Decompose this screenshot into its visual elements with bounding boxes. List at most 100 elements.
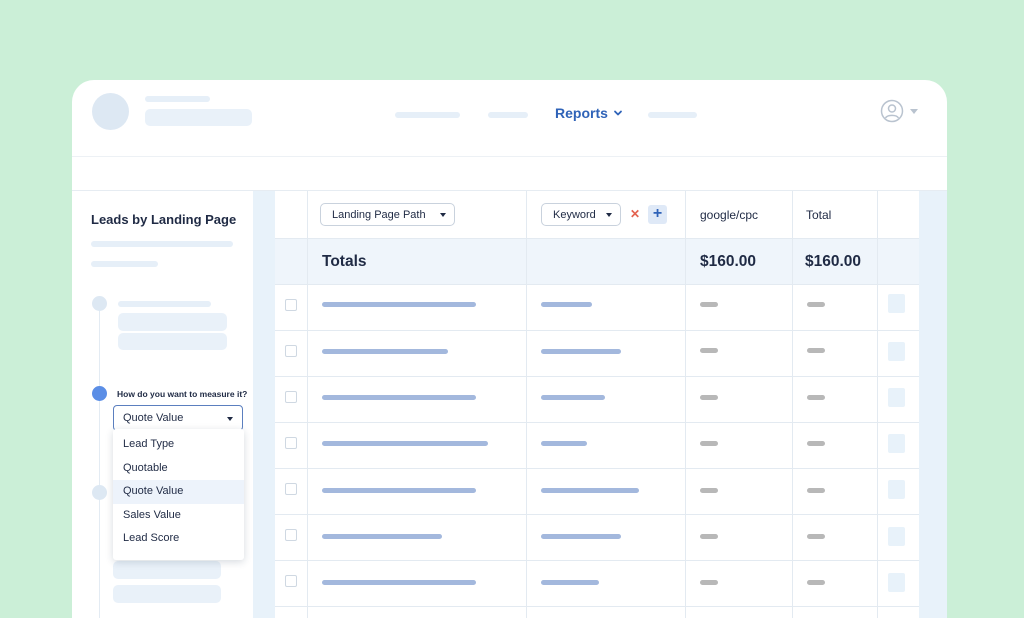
keyword-placeholder-bar: [541, 488, 639, 493]
path-placeholder-bar: [322, 349, 448, 354]
keyword-placeholder-bar: [541, 302, 592, 307]
caret-down-icon: [606, 213, 612, 217]
nav-reports-label: Reports: [555, 105, 608, 121]
value-placeholder-bar: [700, 395, 718, 400]
cell-placeholder: [888, 527, 905, 546]
step-timeline: [99, 309, 100, 618]
row-divider: [275, 606, 919, 607]
row-checkbox[interactable]: [285, 483, 297, 495]
measure-select-value: Quote Value: [123, 412, 184, 424]
dropdown-option-selected[interactable]: Quote Value: [113, 480, 244, 504]
path-placeholder-bar: [322, 488, 476, 493]
row-checkbox[interactable]: [285, 345, 297, 357]
keyword-label: Keyword: [553, 208, 596, 221]
caret-down-icon: [440, 213, 446, 217]
keyword-placeholder-bar: [541, 441, 587, 446]
value-placeholder-bar: [700, 488, 718, 493]
row-divider: [275, 330, 919, 331]
column-divider: [685, 191, 686, 618]
column-header-total[interactable]: Total: [806, 208, 831, 222]
dropdown-option[interactable]: Lead Score: [113, 527, 244, 551]
value-placeholder-bar: [807, 302, 825, 307]
chevron-down-icon: [614, 110, 622, 116]
row-divider: [275, 560, 919, 561]
row-checkbox[interactable]: [285, 391, 297, 403]
measure-dropdown: Lead Type Quotable Quote Value Sales Val…: [113, 429, 244, 560]
title-placeholder: [145, 96, 210, 102]
report-card: Reports Leads by Landing Page How do you…: [72, 80, 947, 618]
path-placeholder-bar: [322, 302, 476, 307]
report-table: Landing Page Path Keyword ✕ + google/cpc…: [275, 191, 919, 618]
nav-item-placeholder[interactable]: [488, 112, 528, 118]
value-placeholder-bar: [807, 580, 825, 585]
value-placeholder-bar: [700, 580, 718, 585]
description-placeholder: [91, 241, 233, 247]
row-divider: [275, 422, 919, 423]
column-header-google-cpc[interactable]: google/cpc: [700, 208, 758, 222]
column-divider: [792, 191, 793, 618]
dropdown-option[interactable]: Sales Value: [113, 504, 244, 528]
keyword-placeholder-bar: [541, 580, 599, 585]
caret-down-icon: [227, 417, 233, 421]
description-placeholder: [91, 261, 158, 267]
cell-placeholder: [888, 573, 905, 592]
panel-title: Leads by Landing Page: [91, 212, 237, 227]
keyword-placeholder-bar: [541, 395, 605, 400]
report-builder-panel: Leads by Landing Page How do you want to…: [72, 191, 253, 618]
step-dot-active: [92, 386, 107, 401]
row-checkbox[interactable]: [285, 575, 297, 587]
report-table-area: Landing Page Path Keyword ✕ + google/cpc…: [253, 191, 947, 618]
landing-page-path-label: Landing Page Path: [332, 208, 426, 221]
value-placeholder-bar: [807, 488, 825, 493]
value-placeholder-bar: [807, 395, 825, 400]
row-divider: [275, 238, 919, 239]
step-field-placeholder: [113, 585, 221, 603]
column-divider: [307, 191, 308, 618]
row-checkbox[interactable]: [285, 437, 297, 449]
row-divider: [275, 376, 919, 377]
nav-item-placeholder[interactable]: [648, 112, 697, 118]
header-divider: [72, 156, 947, 157]
totals-label: Totals: [322, 253, 367, 270]
chevron-down-icon[interactable]: [910, 109, 918, 114]
value-placeholder-bar: [807, 534, 825, 539]
keyword-placeholder-bar: [541, 349, 621, 354]
step-dot: [92, 485, 107, 500]
dropdown-option[interactable]: Lead Type: [113, 433, 244, 457]
nav-item-placeholder[interactable]: [395, 112, 460, 118]
column-divider: [877, 191, 878, 618]
measure-select[interactable]: Quote Value: [113, 405, 243, 431]
add-dimension-icon[interactable]: +: [648, 205, 667, 224]
row-divider: [275, 284, 919, 285]
value-placeholder-bar: [807, 441, 825, 446]
value-placeholder-bar: [807, 348, 825, 353]
path-placeholder-bar: [322, 534, 442, 539]
column-divider: [526, 191, 527, 618]
user-circle-icon[interactable]: [880, 99, 904, 123]
row-checkbox[interactable]: [285, 299, 297, 311]
remove-dimension-icon[interactable]: ✕: [626, 205, 644, 223]
cell-placeholder: [888, 294, 905, 313]
path-placeholder-bar: [322, 580, 476, 585]
cell-placeholder: [888, 342, 905, 361]
path-placeholder-bar: [322, 395, 476, 400]
keyword-select[interactable]: Keyword: [541, 203, 621, 226]
cell-placeholder: [888, 388, 905, 407]
landing-page-path-select[interactable]: Landing Page Path: [320, 203, 455, 226]
logo-placeholder: [92, 93, 129, 130]
subtitle-placeholder: [145, 109, 252, 126]
cell-placeholder: [888, 434, 905, 453]
row-checkbox[interactable]: [285, 529, 297, 541]
row-divider: [275, 468, 919, 469]
path-placeholder-bar: [322, 441, 488, 446]
value-placeholder-bar: [700, 348, 718, 353]
dropdown-option[interactable]: Quotable: [113, 457, 244, 481]
step-label-placeholder: [118, 301, 211, 307]
step-dot: [92, 296, 107, 311]
nav-reports[interactable]: Reports: [555, 105, 623, 121]
totals-google-cpc: $160.00: [700, 253, 757, 270]
totals-total: $160.00: [805, 253, 862, 270]
row-divider: [275, 514, 919, 515]
value-placeholder-bar: [700, 302, 718, 307]
step-field-placeholder: [118, 333, 227, 350]
